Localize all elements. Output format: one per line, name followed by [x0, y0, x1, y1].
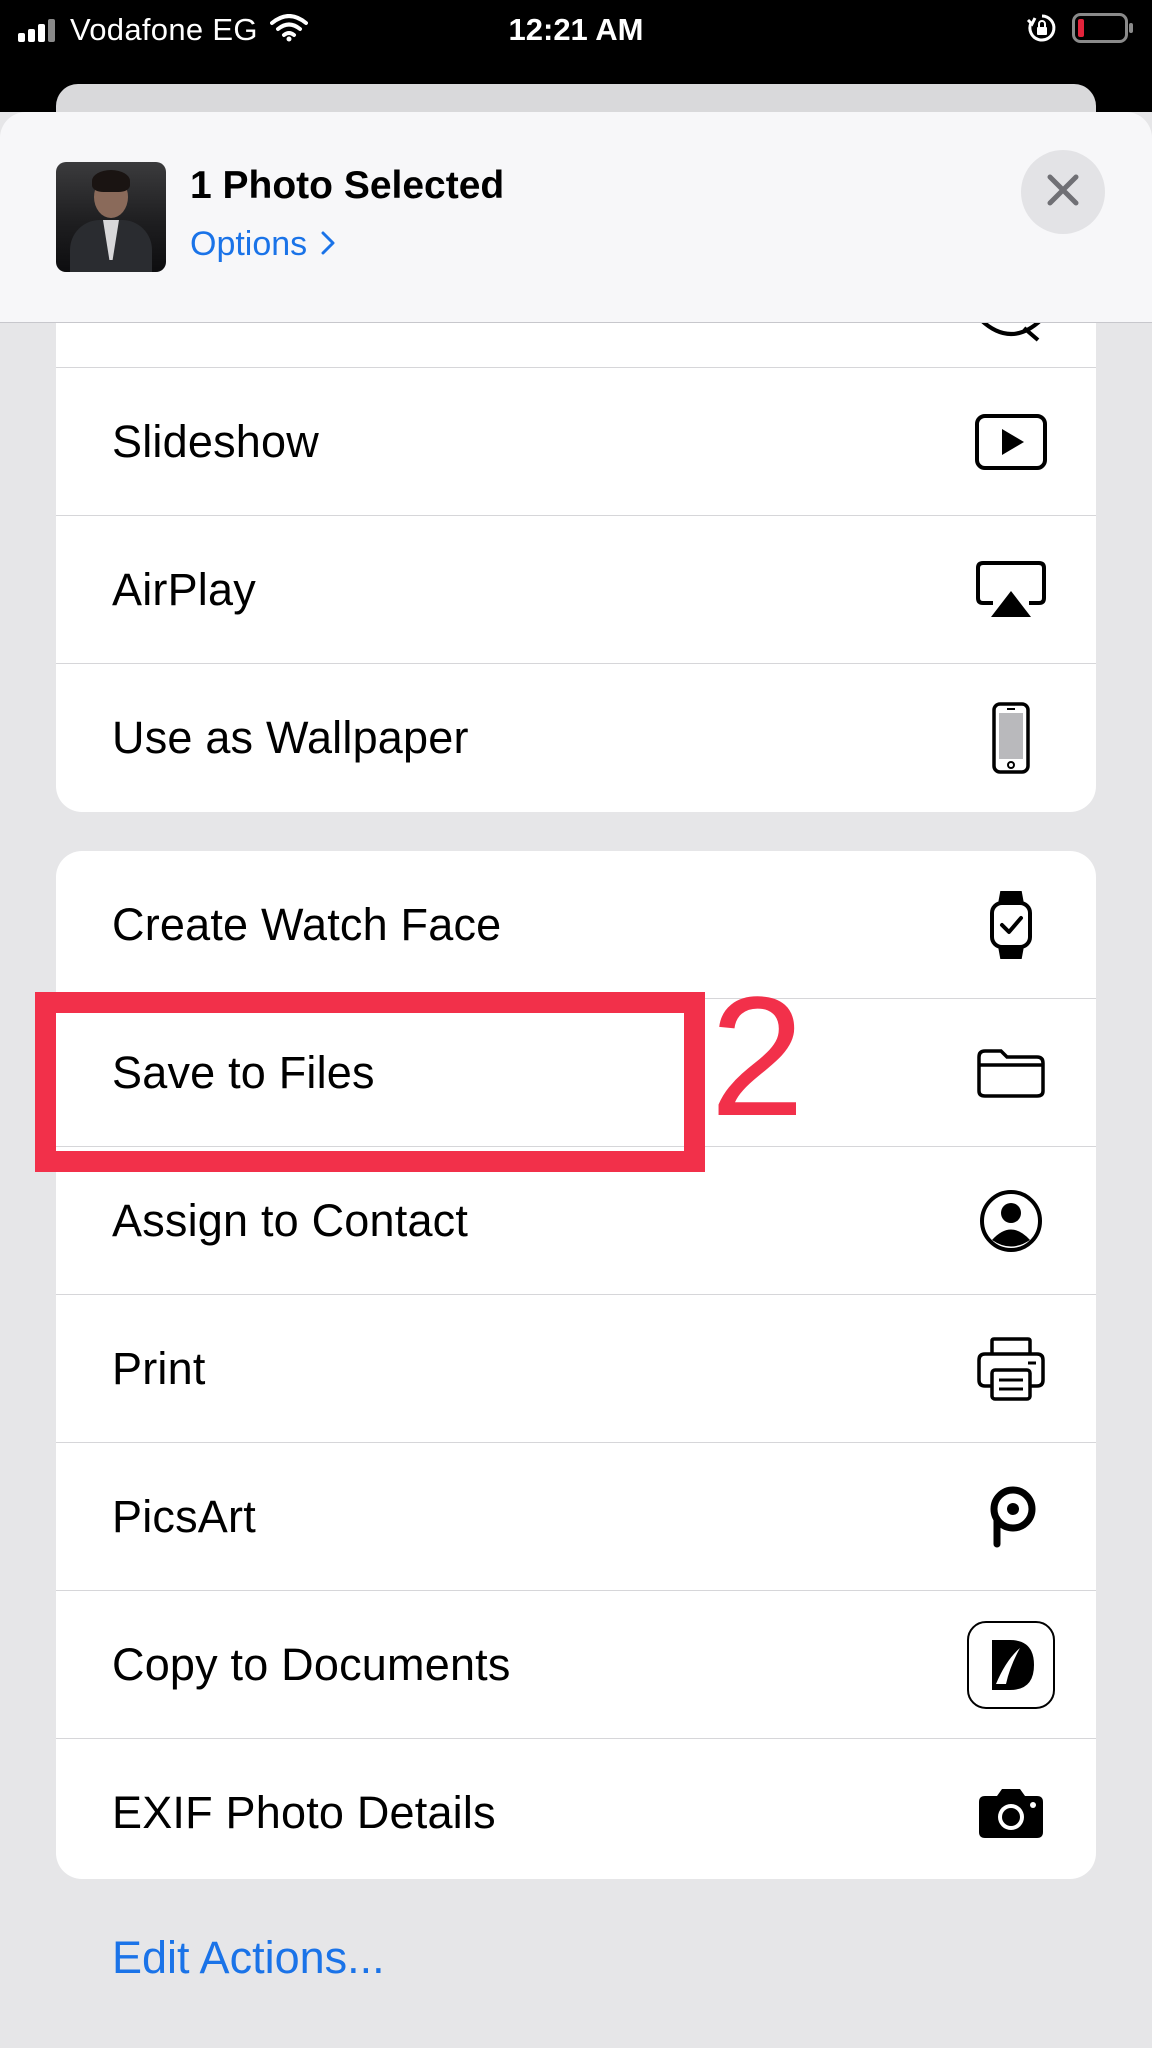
list-item-label: Create Watch Face	[112, 898, 502, 950]
list-item-airplay[interactable]: AirPlay	[56, 516, 1096, 664]
share-sheet-header: 1 Photo Selected Options	[0, 112, 1152, 323]
list-item-slideshow[interactable]: Slideshow	[56, 368, 1096, 516]
edit-actions-link[interactable]: Edit Actions...	[112, 1932, 385, 1984]
person-circle-icon	[966, 1147, 1056, 1294]
battery-icon	[1072, 12, 1134, 48]
list-item-label: Copy to Documents	[112, 1638, 511, 1690]
list-item-use-as-wallpaper[interactable]: Use as Wallpaper	[56, 664, 1096, 811]
annotation-step-number: 2	[710, 962, 805, 1152]
list-item-exif-photo-details[interactable]: EXIF Photo Details	[56, 1739, 1096, 1879]
list-item-print[interactable]: Print	[56, 1295, 1096, 1443]
status-time: 12:21 AM	[508, 12, 644, 47]
status-right	[1026, 10, 1134, 50]
orientation-lock-icon	[1026, 12, 1058, 49]
list-item-picsart[interactable]: PicsArt	[56, 1443, 1096, 1591]
list-item-label: Print	[112, 1342, 206, 1394]
printer-icon	[966, 1295, 1056, 1442]
list-item-label: EXIF Photo Details	[112, 1786, 496, 1838]
picsart-icon	[966, 1443, 1056, 1590]
action-list: Slideshow AirPlay Use as Wallpaper Creat…	[0, 310, 1152, 2048]
play-icon	[966, 368, 1056, 515]
close-icon	[1046, 173, 1080, 212]
action-group-1: Slideshow AirPlay Use as Wallpaper	[56, 310, 1096, 812]
watch-icon	[966, 851, 1056, 998]
folder-icon	[966, 999, 1056, 1146]
list-item-label: AirPlay	[112, 563, 256, 615]
annotation-highlight-box	[35, 992, 705, 1172]
options-link[interactable]: Options	[190, 225, 335, 264]
chevron-right-icon	[321, 225, 335, 264]
list-item-create-watch-face[interactable]: Create Watch Face	[56, 851, 1096, 999]
list-item-label: Slideshow	[112, 415, 319, 467]
list-item-label: PicsArt	[112, 1490, 256, 1542]
selection-title: 1 Photo Selected	[190, 164, 505, 207]
phone-icon	[966, 664, 1056, 811]
list-item-label: Use as Wallpaper	[112, 711, 469, 763]
airplay-icon	[966, 516, 1056, 663]
photo-thumbnail	[56, 162, 166, 272]
close-button[interactable]	[1021, 150, 1105, 234]
camera-icon	[966, 1739, 1056, 1879]
list-item-copy-to-documents[interactable]: Copy to Documents	[56, 1591, 1096, 1739]
documents-app-icon	[966, 1591, 1056, 1738]
options-label: Options	[190, 225, 308, 263]
